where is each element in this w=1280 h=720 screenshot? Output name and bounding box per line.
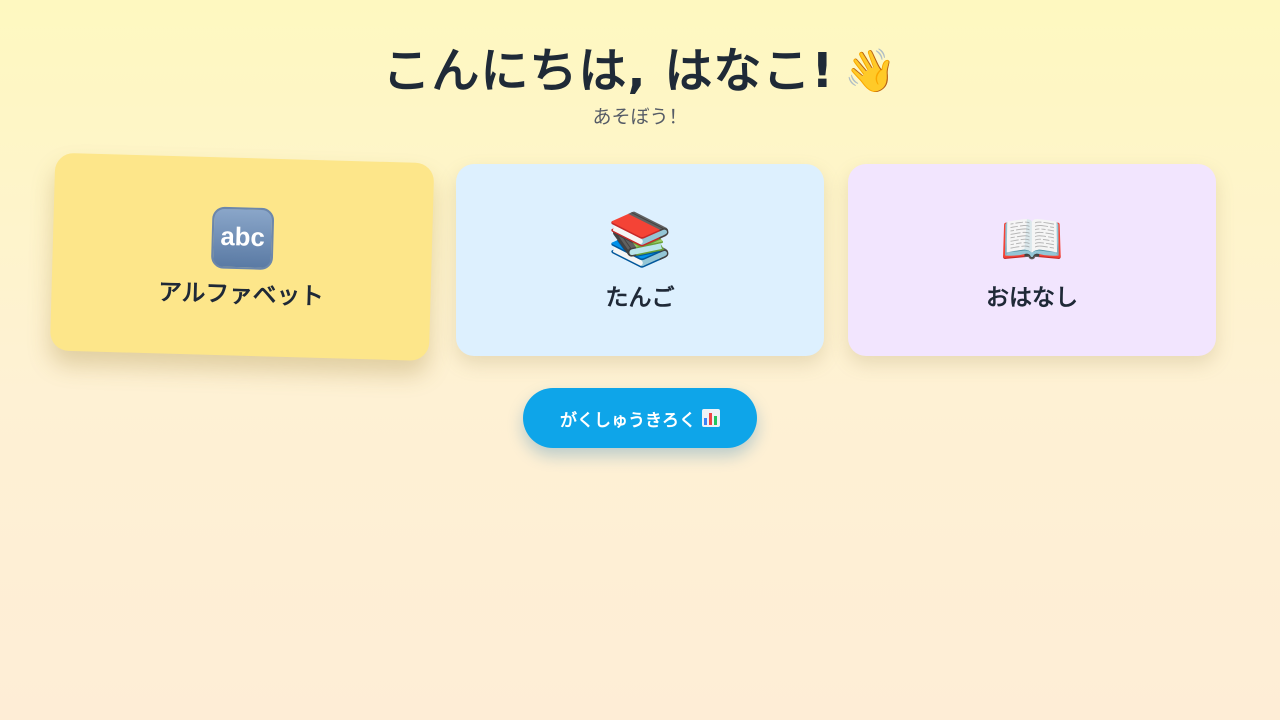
learning-history-button[interactable]: がくしゅうきろく [523, 388, 757, 448]
stories-card[interactable]: 📖 おはなし [848, 164, 1216, 356]
alphabet-card[interactable]: abc アルファベット [49, 152, 435, 361]
alphabet-card-label: アルファベット [157, 278, 325, 311]
activity-cards: abc アルファベット 📚 たんご 📖 おはなし [49, 152, 1216, 361]
learning-history-label: がくしゅうきろく [560, 410, 696, 431]
stories-card-label: おはなし [986, 285, 1078, 311]
greeting-text: こんにちは, はなこ! [382, 43, 835, 99]
abc-icon: abc [210, 206, 275, 270]
header: こんにちは, はなこ! 👋 あそぼう！ [0, 40, 1280, 130]
greeting-title: こんにちは, はなこ! 👋 [382, 40, 897, 102]
books-icon: 📚 [607, 210, 673, 270]
open-book-icon: 📖 [999, 210, 1065, 270]
words-card-label: たんご [605, 285, 675, 311]
waving-hand-icon: 👋 [844, 46, 898, 95]
bar-chart-icon [702, 409, 720, 427]
subtitle: あそぼう！ [592, 106, 688, 128]
words-card[interactable]: 📚 たんご [456, 164, 824, 356]
